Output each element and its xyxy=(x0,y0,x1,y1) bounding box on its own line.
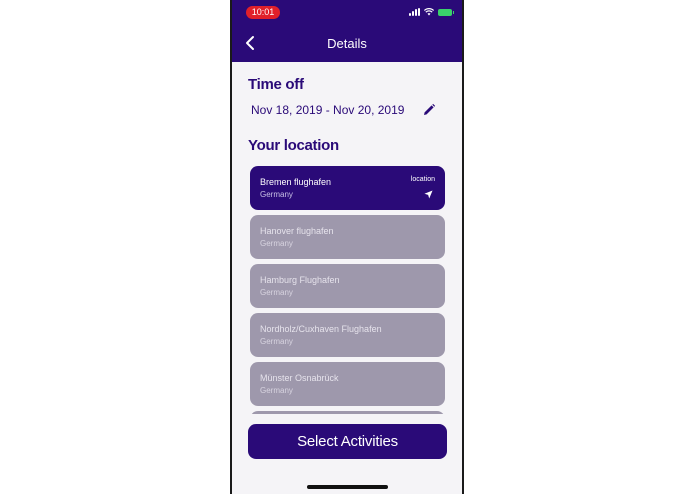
location-country: Germany xyxy=(260,190,293,199)
location-list[interactable]: Bremen flughafen Germany location Hanove… xyxy=(250,166,446,414)
location-country: Germany xyxy=(260,337,293,346)
date-range: Nov 18, 2019 - Nov 20, 2019 xyxy=(251,103,405,117)
location-heading: Your location xyxy=(248,137,339,154)
pencil-icon xyxy=(424,103,436,115)
location-name: Bremen flughafen xyxy=(260,177,332,187)
signal-icon xyxy=(409,8,420,16)
navigation-arrow-icon xyxy=(424,190,433,199)
location-card-partial[interactable] xyxy=(250,411,445,414)
phone-screen: 10:01 Details Time off Nov 18, 2019 - No… xyxy=(232,0,462,494)
wifi-icon xyxy=(424,8,434,16)
app-header: 10:01 Details xyxy=(232,0,462,62)
page-title: Details xyxy=(327,36,367,51)
location-name: Nordholz/Cuxhaven Flughafen xyxy=(260,324,382,334)
location-name: Münster Osnabrück xyxy=(260,373,339,383)
location-card-bremen[interactable]: Bremen flughafen Germany location xyxy=(250,166,445,210)
location-card-hamburg[interactable]: Hamburg Flughafen Germany xyxy=(250,264,445,308)
location-name: Hanover flughafen xyxy=(260,226,334,236)
location-card-hanover[interactable]: Hanover flughafen Germany xyxy=(250,215,445,259)
device-bezel-right xyxy=(462,0,464,494)
time-off-heading: Time off xyxy=(248,76,304,93)
battery-icon xyxy=(438,8,454,16)
location-card-nordholz[interactable]: Nordholz/Cuxhaven Flughafen Germany xyxy=(250,313,445,357)
status-time: 10:01 xyxy=(246,6,280,19)
location-card-munster[interactable]: Münster Osnabrück Germany xyxy=(250,362,445,406)
location-country: Germany xyxy=(260,386,293,395)
select-activities-button[interactable]: Select Activities xyxy=(248,424,447,459)
location-country: Germany xyxy=(260,288,293,297)
edit-dates-button[interactable] xyxy=(422,103,436,117)
home-indicator xyxy=(307,485,388,489)
location-country: Germany xyxy=(260,239,293,248)
status-icons xyxy=(409,8,454,16)
location-name: Hamburg Flughafen xyxy=(260,275,340,285)
location-tag: location xyxy=(410,176,435,183)
